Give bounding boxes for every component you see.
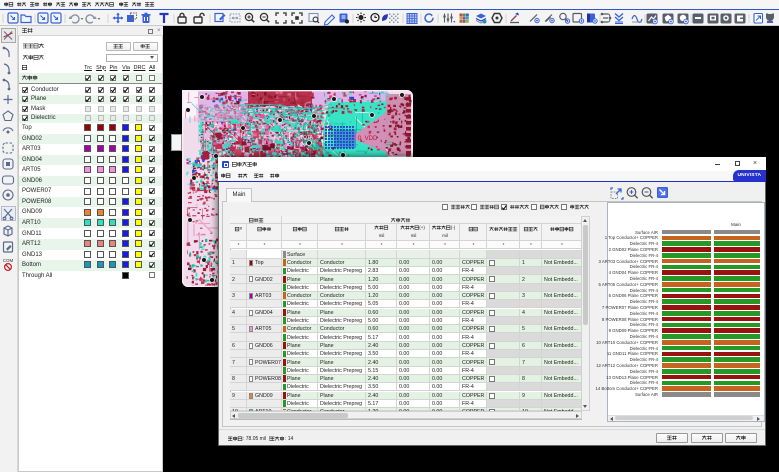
- svg-text:COM: COM: [3, 258, 14, 263]
- svg-text:0_VDD: 0_VDD: [358, 136, 378, 142]
- svg-text:TQTA: TQTA: [300, 135, 314, 141]
